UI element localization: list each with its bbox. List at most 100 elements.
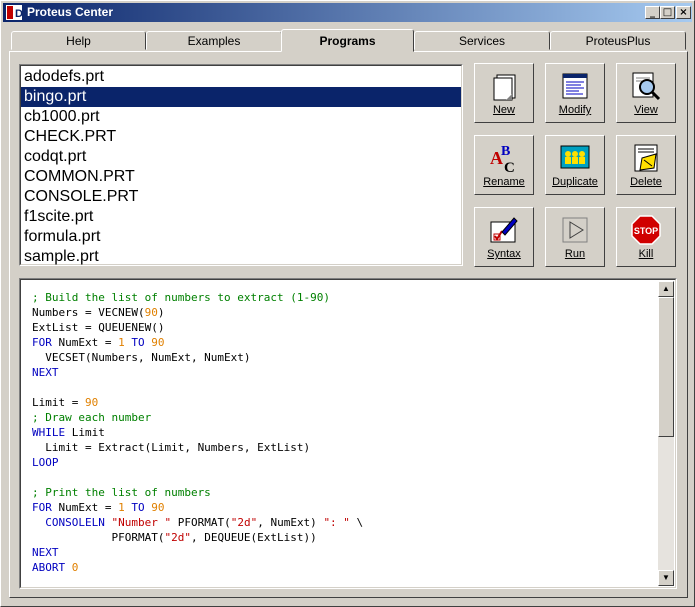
run-button[interactable]: Run xyxy=(545,207,605,267)
scroll-up-button[interactable]: ▲ xyxy=(658,281,674,297)
tab-examples[interactable]: Examples xyxy=(146,31,282,50)
code-number: 90 xyxy=(151,336,165,349)
code-text: NumExt = xyxy=(51,336,119,349)
code-string: ": " xyxy=(323,516,350,529)
code-comment: ; Draw each number xyxy=(32,411,152,424)
scroll-down-button[interactable]: ▼ xyxy=(658,570,674,586)
program-file-list[interactable]: adodefs.prt bingo.prt cb1000.prt CHECK.P… xyxy=(19,64,463,266)
view-magnifier-icon xyxy=(632,72,661,101)
svg-text:D: D xyxy=(15,8,22,20)
stop-sign-icon: STOP xyxy=(631,215,661,245)
code-number: 90 xyxy=(84,396,99,409)
code-string: "2d" xyxy=(164,531,191,544)
new-label: New xyxy=(492,104,515,116)
list-item[interactable]: formula.prt xyxy=(21,227,461,247)
code-string: "2d" xyxy=(230,516,258,529)
svg-text:C: C xyxy=(504,160,515,174)
code-keyword: TO xyxy=(124,336,152,349)
minimize-icon: _ xyxy=(650,7,655,18)
code-comment: ; Build the list of numbers to extract (… xyxy=(32,291,331,304)
code-text: , DEQUEUE(ExtList)) xyxy=(190,531,317,544)
list-item[interactable]: CHECK.PRT xyxy=(21,127,461,147)
close-icon: × xyxy=(679,7,688,18)
maximize-icon: □ xyxy=(662,7,673,18)
code-text: PFORMAT( xyxy=(32,531,165,544)
code-comment: ; Print the list of numbers xyxy=(32,486,211,499)
proteus-app-icon: D xyxy=(6,5,22,20)
list-item[interactable]: f1scite.prt xyxy=(21,207,461,227)
duplicate-button[interactable]: Duplicate xyxy=(545,135,605,195)
rename-button[interactable]: A B C Rename xyxy=(474,135,534,195)
code-number: 1 xyxy=(118,336,125,349)
list-item[interactable]: sample.prt xyxy=(21,247,461,265)
code-editor[interactable]: ; Build the list of numbers to extract (… xyxy=(19,278,677,589)
code-keyword: CONSOLELN xyxy=(32,516,112,529)
code-number: 0 xyxy=(71,561,79,574)
code-text: Limit xyxy=(65,426,105,439)
delete-button[interactable]: Delete xyxy=(616,135,676,195)
title-bar[interactable]: D Proteus Center _ □ × xyxy=(3,3,692,22)
code-text: ExtList = QUEUENEW() xyxy=(32,321,165,334)
scroll-down-arrow-icon: ▼ xyxy=(662,573,670,582)
tab-programs[interactable]: Programs xyxy=(281,29,414,52)
window-title: Proteus Center xyxy=(27,5,114,19)
tab-proteusplus[interactable]: ProteusPlus xyxy=(550,31,686,50)
scroll-up-arrow-icon: ▲ xyxy=(662,284,670,293)
new-button[interactable]: New xyxy=(474,63,534,123)
svg-text:B: B xyxy=(501,144,510,159)
code-number: 90 xyxy=(151,501,165,514)
list-item[interactable]: adodefs.prt xyxy=(21,67,461,87)
svg-text:STOP: STOP xyxy=(634,226,658,236)
code-number: 90 xyxy=(144,306,158,319)
list-item[interactable]: codqt.prt xyxy=(21,147,461,167)
code-content: ; Build the list of numbers to extract (… xyxy=(32,290,363,575)
modify-button[interactable]: Modify xyxy=(545,63,605,123)
code-number: 1 xyxy=(118,501,125,514)
view-label: View xyxy=(634,104,658,116)
code-text: ) xyxy=(157,306,165,319)
new-document-icon xyxy=(493,74,516,101)
delete-label: Delete xyxy=(630,176,662,188)
code-keyword: FOR xyxy=(32,501,52,514)
maximize-button[interactable]: □ xyxy=(660,6,675,19)
code-keyword: TO xyxy=(124,501,152,514)
code-keyword: FOR xyxy=(32,336,52,349)
code-keyword: NEXT xyxy=(32,546,59,559)
list-item[interactable]: COMMON.PRT xyxy=(21,167,461,187)
scroll-thumb[interactable] xyxy=(658,297,674,437)
rename-abc-icon: A B C xyxy=(490,144,515,174)
tab-bar: Help Examples Programs Services ProteusP… xyxy=(9,29,689,52)
code-string: "Number " xyxy=(111,516,172,529)
code-text: Limit = Extract(Limit, Numbers, ExtList) xyxy=(32,441,311,454)
rename-label: Rename xyxy=(483,176,525,188)
code-text: Numbers = VECNEW( xyxy=(32,306,145,319)
code-text: PFORMAT( xyxy=(171,516,231,529)
code-text: VECSET(Numbers, NumExt, NumExt) xyxy=(32,351,251,364)
syntax-check-icon xyxy=(490,217,518,243)
kill-button[interactable]: STOP Kill xyxy=(616,207,676,267)
code-keyword: WHILE xyxy=(32,426,66,439)
code-text: Limit = xyxy=(32,396,85,409)
duplicate-people-icon xyxy=(560,145,590,169)
tab-services[interactable]: Services xyxy=(414,31,550,50)
modify-label: Modify xyxy=(558,104,592,116)
run-play-icon xyxy=(562,217,588,243)
run-label: Run xyxy=(564,248,586,260)
vertical-scrollbar[interactable]: ▲ ▼ xyxy=(658,281,674,586)
code-keyword: ABORT xyxy=(32,561,72,574)
code-text: \ xyxy=(349,516,364,529)
list-item[interactable]: cb1000.prt xyxy=(21,107,461,127)
modify-document-icon xyxy=(562,73,588,99)
close-button[interactable]: × xyxy=(676,6,691,19)
code-keyword: NEXT xyxy=(32,366,59,379)
delete-document-icon xyxy=(634,144,658,172)
kill-label: Kill xyxy=(638,248,654,260)
syntax-button[interactable]: Syntax xyxy=(474,207,534,267)
minimize-button[interactable]: _ xyxy=(645,6,660,19)
list-item-selected[interactable]: bingo.prt xyxy=(21,87,461,107)
tab-help[interactable]: Help xyxy=(11,31,146,50)
view-button[interactable]: View xyxy=(616,63,676,123)
list-item[interactable]: CONSOLE.PRT xyxy=(21,187,461,207)
main-window: D Proteus Center _ □ × Help Examples Pro… xyxy=(0,0,695,607)
code-text: , NumExt) xyxy=(257,516,324,529)
